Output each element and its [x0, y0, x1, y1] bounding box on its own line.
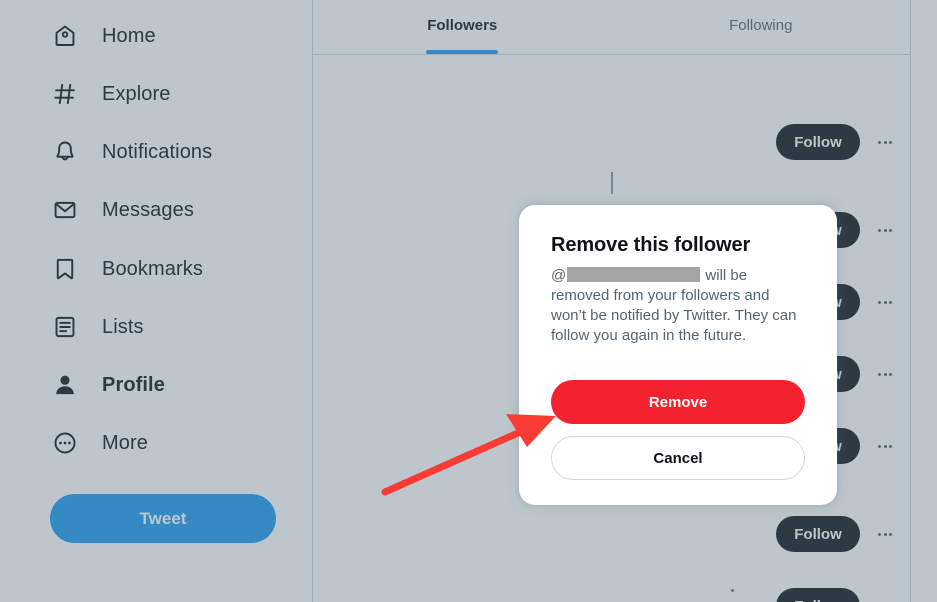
app-root: Home Explore Notifications Messages Book… [0, 0, 937, 602]
remove-button[interactable]: Remove [551, 380, 805, 424]
username-prefix: @ [551, 267, 567, 284]
dialog-actions: Remove Cancel [551, 380, 805, 480]
cancel-button[interactable]: Cancel [551, 436, 805, 480]
dialog-body: @ will be removed from your followers an… [551, 266, 805, 346]
remove-follower-dialog: Remove this follower @ will be removed f… [519, 205, 837, 505]
redacted-username [567, 267, 701, 282]
dialog-title: Remove this follower [551, 234, 751, 256]
